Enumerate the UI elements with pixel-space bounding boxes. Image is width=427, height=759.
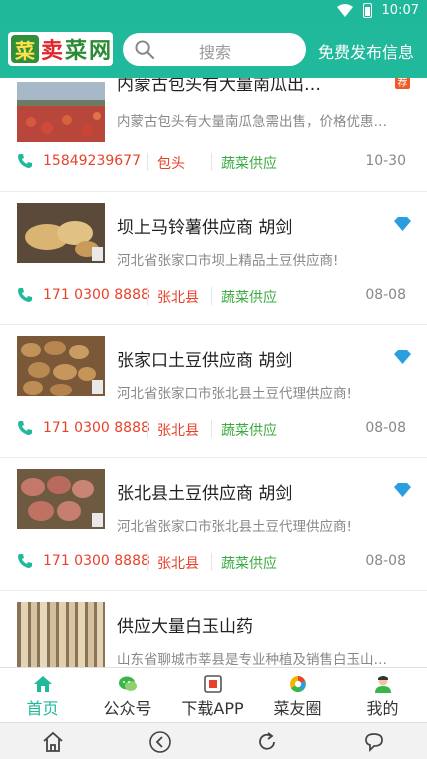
battery-icon xyxy=(362,3,372,18)
listing-thumbnail xyxy=(17,336,105,396)
listing-description: 河北省张家口市张北县土豆代理供应商! xyxy=(117,519,352,535)
diamond-icon xyxy=(394,350,411,364)
divider xyxy=(147,553,148,571)
home-icon xyxy=(33,676,52,692)
divider xyxy=(147,153,148,171)
phone-icon[interactable] xyxy=(17,420,33,436)
listing-thumbnail xyxy=(17,203,105,263)
listing-title[interactable]: 张家口土豆供应商 胡剑 xyxy=(117,346,292,371)
listing-date: 10-30 xyxy=(365,153,406,169)
search-input[interactable]: 搜索 xyxy=(123,33,306,66)
app-header: 菜 卖菜网 搜索 免费发布信息 xyxy=(0,23,427,78)
listing-feed[interactable]: 内蒙古包头有大量南瓜出… 荐 内蒙古包头有大量南瓜急需出售，价格优惠… 1584… xyxy=(0,78,427,667)
listing-phone[interactable]: 15849239677 xyxy=(43,153,141,169)
tab-label: 公众号 xyxy=(103,699,152,718)
divider xyxy=(147,420,148,438)
recommend-badge: 荐 xyxy=(395,78,410,89)
publish-button[interactable]: 免费发布信息 xyxy=(318,39,414,63)
list-item[interactable]: 供应大量白玉山药 山东省聊城市莘县是专业种植及销售白玉山… xyxy=(0,591,427,667)
wifi-icon xyxy=(336,4,353,17)
listing-location: 张北县 xyxy=(157,423,199,439)
diamond-icon xyxy=(394,217,411,231)
listing-description: 山东省聊城市莘县是专业种植及销售白玉山… xyxy=(117,652,387,667)
tab-download-app[interactable]: 下载APP xyxy=(170,668,255,723)
listing-meta: 171 0300 8888 张北县 蔬菜供应 08-08 xyxy=(0,285,427,307)
list-item[interactable]: 张北县土豆供应商 胡剑 河北省张家口市张北县土豆代理供应商! 171 0300 … xyxy=(0,458,427,591)
bottom-tab-bar: 首页 公众号 下载APP 菜友圈 我的 xyxy=(0,667,427,722)
tab-circle[interactable]: 菜友圈 xyxy=(255,668,340,723)
listing-location: 张北县 xyxy=(157,290,199,306)
listing-date: 08-08 xyxy=(365,287,406,303)
listing-title[interactable]: 张北县土豆供应商 胡剑 xyxy=(117,479,292,504)
list-item[interactable]: 坝上马铃薯供应商 胡剑 河北省张家口市坝上精品土豆供应商! 171 0300 8… xyxy=(0,192,427,325)
listing-description: 内蒙古包头有大量南瓜急需出售，价格优惠… xyxy=(117,114,387,130)
list-item[interactable]: 张家口土豆供应商 胡剑 河北省张家口市张北县土豆代理供应商! 171 0300 … xyxy=(0,325,427,458)
wechat-icon xyxy=(118,676,137,691)
listing-meta: 15849239677 包头 蔬菜供应 10-30 xyxy=(0,151,427,173)
list-item[interactable]: 内蒙古包头有大量南瓜出… 荐 内蒙古包头有大量南瓜急需出售，价格优惠… 1584… xyxy=(0,78,427,192)
listing-date: 08-08 xyxy=(365,420,406,436)
listing-location: 张北县 xyxy=(157,556,199,572)
divider xyxy=(211,420,212,438)
site-logo[interactable]: 菜 卖菜网 xyxy=(8,32,113,66)
comment-icon[interactable] xyxy=(362,730,386,754)
listing-category: 蔬菜供应 xyxy=(221,423,277,439)
tab-label: 菜友圈 xyxy=(273,699,322,718)
profile-icon xyxy=(374,676,391,693)
listing-title[interactable]: 内蒙古包头有大量南瓜出… xyxy=(117,78,321,95)
listing-title[interactable]: 供应大量白玉山药 xyxy=(117,612,253,637)
listing-description: 河北省张家口市坝上精品土豆供应商! xyxy=(117,253,339,269)
logo-seal: 菜 xyxy=(11,35,39,63)
browser-nav-bar xyxy=(0,722,427,759)
listing-description: 河北省张家口市张北县土豆代理供应商! xyxy=(117,386,352,402)
download-app-icon xyxy=(203,675,222,693)
phone-icon[interactable] xyxy=(17,153,33,169)
refresh-icon[interactable] xyxy=(255,730,279,754)
listing-meta: 171 0300 8888 张北县 蔬菜供应 08-08 xyxy=(0,418,427,440)
search-icon xyxy=(135,40,154,59)
tab-label: 下载APP xyxy=(181,699,244,718)
listing-phone[interactable]: 171 0300 8888 xyxy=(43,553,150,569)
status-time: 10:07 xyxy=(381,3,419,18)
tab-home[interactable]: 首页 xyxy=(0,668,85,723)
listing-location: 包头 xyxy=(157,156,185,172)
listing-thumbnail xyxy=(17,82,105,142)
diamond-icon xyxy=(394,483,411,497)
listing-date: 08-08 xyxy=(365,553,406,569)
tab-profile[interactable]: 我的 xyxy=(340,668,425,723)
search-placeholder: 搜索 xyxy=(199,43,232,62)
phone-icon[interactable] xyxy=(17,287,33,303)
divider xyxy=(211,553,212,571)
listing-category: 蔬菜供应 xyxy=(221,290,277,306)
listing-thumbnail xyxy=(17,469,105,529)
divider xyxy=(211,153,212,171)
listing-phone[interactable]: 171 0300 8888 xyxy=(43,420,150,436)
divider xyxy=(147,287,148,305)
status-bar: 10:07 xyxy=(0,0,427,23)
home-nav-icon[interactable] xyxy=(41,730,65,754)
listing-category: 蔬菜供应 xyxy=(221,556,277,572)
tab-label: 首页 xyxy=(26,699,59,718)
back-icon[interactable] xyxy=(148,730,172,754)
listing-phone[interactable]: 171 0300 8888 xyxy=(43,287,150,303)
listing-thumbnail xyxy=(17,602,105,667)
phone-icon[interactable] xyxy=(17,553,33,569)
listing-title[interactable]: 坝上马铃薯供应商 胡剑 xyxy=(117,213,292,238)
divider xyxy=(211,287,212,305)
listing-meta: 171 0300 8888 张北县 蔬菜供应 08-08 xyxy=(0,551,427,573)
logo-text: 卖菜网 xyxy=(40,38,114,64)
tab-label: 我的 xyxy=(366,699,399,718)
circle-icon xyxy=(289,676,306,693)
listing-category: 蔬菜供应 xyxy=(221,156,277,172)
tab-wechat[interactable]: 公众号 xyxy=(85,668,170,723)
